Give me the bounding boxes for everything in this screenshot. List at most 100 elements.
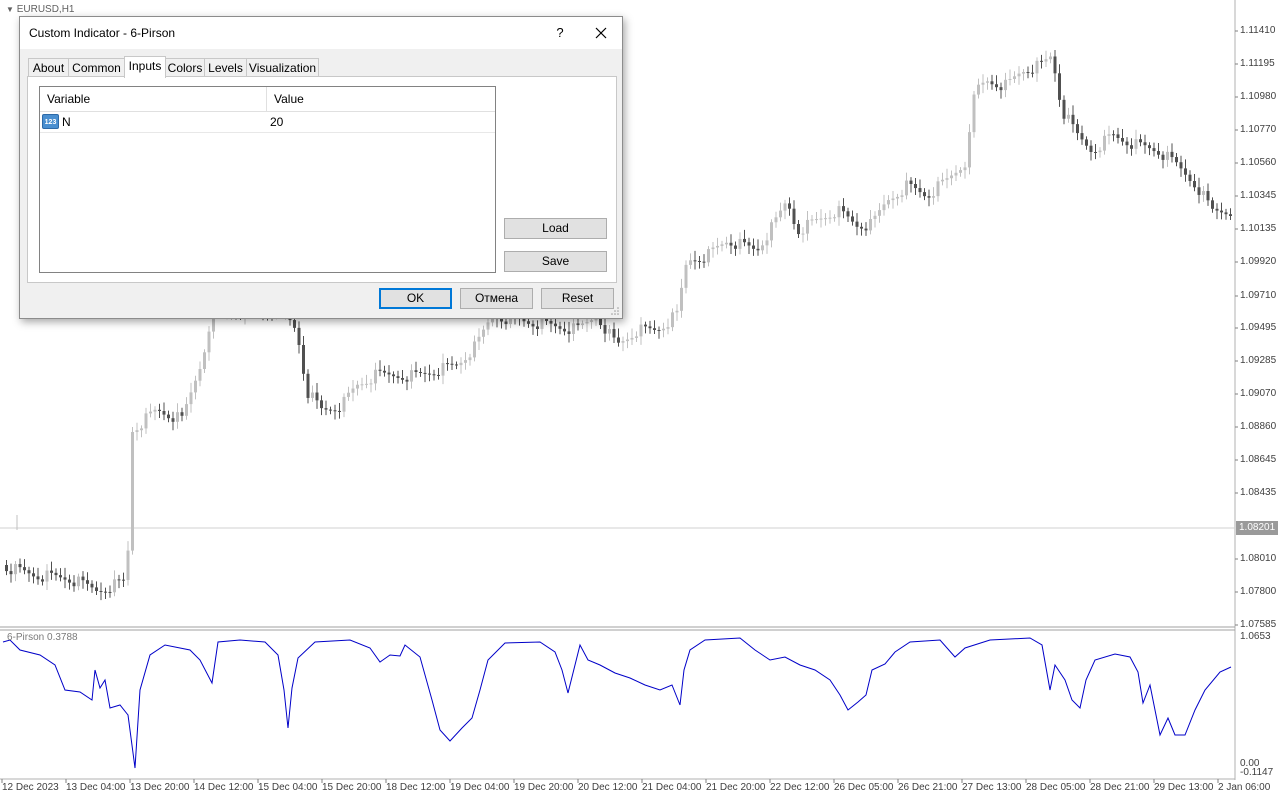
candle: [968, 132, 971, 168]
current-price-tag: 1.08201: [1236, 521, 1278, 535]
candle: [95, 587, 98, 591]
candle: [549, 321, 553, 324]
tab-colors[interactable]: Colors: [165, 58, 205, 77]
candle: [63, 577, 67, 580]
candle: [1170, 151, 1174, 158]
candle: [689, 260, 692, 265]
candle: [657, 330, 661, 331]
candle: [603, 325, 607, 334]
candle: [1062, 99, 1066, 119]
candle: [324, 408, 328, 410]
candle: [725, 242, 728, 245]
candle: [50, 570, 53, 573]
candle: [869, 219, 872, 231]
candle: [590, 320, 593, 322]
chart-menu-triangle-icon[interactable]: ▼: [6, 5, 14, 14]
candle: [1085, 139, 1088, 146]
load-button[interactable]: Load: [504, 218, 607, 239]
candle: [963, 167, 967, 171]
help-button[interactable]: ?: [540, 17, 580, 49]
candle: [464, 360, 467, 363]
candle: [648, 326, 652, 329]
candle: [68, 579, 71, 583]
candle: [162, 411, 166, 415]
candle: [1017, 73, 1021, 77]
tab-levels[interactable]: Levels: [204, 58, 247, 77]
candle: [432, 374, 436, 376]
candle: [401, 378, 404, 380]
candle: [851, 216, 854, 222]
tab-about[interactable]: About: [28, 58, 69, 77]
candle: [576, 323, 580, 326]
candle: [954, 172, 958, 176]
candle: [1139, 139, 1142, 143]
candle: [1134, 139, 1138, 149]
candle: [419, 372, 422, 373]
candle: [1152, 148, 1156, 152]
price-tick-label: 1.07800: [1240, 586, 1277, 597]
header-value[interactable]: Value: [267, 87, 495, 111]
inputs-panel: Variable Value 123 N 20 Load Save: [27, 76, 617, 283]
candle: [720, 244, 724, 246]
candle: [684, 264, 688, 288]
candle: [837, 206, 841, 218]
time-tick-label: 13 Dec 20:00: [130, 782, 190, 793]
candle: [1125, 141, 1129, 146]
indicator-label: 6-Pirson 0.3788: [7, 632, 78, 643]
candle: [527, 321, 530, 324]
candle: [747, 242, 751, 246]
candle: [1067, 114, 1070, 119]
candle: [662, 328, 665, 331]
candle: [1076, 124, 1079, 134]
header-variable[interactable]: Variable: [40, 87, 267, 111]
tab-visualization[interactable]: Visualization: [246, 58, 319, 77]
candle: [329, 409, 332, 411]
candle: [599, 318, 602, 326]
price-tick-label: 1.08860: [1240, 421, 1277, 432]
candle: [950, 175, 953, 179]
cancel-button[interactable]: Отмена: [460, 288, 533, 309]
candle: [1026, 72, 1030, 74]
candle: [972, 94, 976, 133]
candle: [311, 392, 314, 398]
candle: [1202, 191, 1205, 195]
candle: [828, 217, 832, 219]
variable-value[interactable]: 20: [270, 112, 283, 132]
candle: [932, 196, 935, 198]
dialog-titlebar[interactable]: Custom Indicator - 6-Pirson ?: [20, 17, 622, 49]
save-button[interactable]: Save: [504, 251, 607, 272]
candle: [387, 372, 391, 375]
tab-common[interactable]: Common: [68, 58, 125, 77]
candle: [554, 323, 557, 327]
candle: [810, 219, 814, 221]
candle: [333, 410, 337, 412]
candle: [1035, 60, 1039, 74]
candle: [842, 206, 845, 212]
candle: [1184, 168, 1187, 175]
candle: [1175, 157, 1178, 163]
resize-grip-icon[interactable]: [610, 306, 620, 316]
candle: [428, 373, 431, 375]
candle: [1071, 114, 1075, 125]
candle: [1008, 79, 1012, 80]
candle: [482, 329, 485, 337]
candle: [617, 337, 620, 343]
candle: [1188, 174, 1192, 181]
candle: [1161, 154, 1165, 160]
candle: [203, 352, 206, 369]
close-button[interactable]: [580, 17, 622, 49]
candle: [675, 310, 679, 313]
candle: [338, 410, 341, 412]
candle: [140, 428, 143, 431]
candle: [455, 364, 458, 366]
candle: [756, 248, 760, 251]
candle: [905, 180, 908, 196]
table-row[interactable]: 123 N 20: [40, 112, 495, 133]
candle: [806, 219, 809, 234]
ok-button[interactable]: OK: [379, 288, 452, 309]
candle: [113, 579, 116, 593]
candle: [1206, 191, 1210, 201]
inputs-table[interactable]: Variable Value 123 N 20: [39, 86, 496, 273]
tab-inputs[interactable]: Inputs: [124, 56, 166, 78]
reset-button[interactable]: Reset: [541, 288, 614, 309]
